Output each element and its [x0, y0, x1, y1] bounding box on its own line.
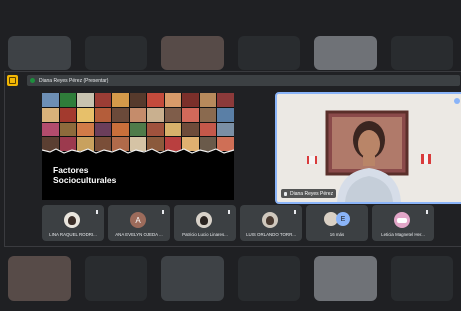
shared-slide: Factores Socioculturales: [42, 93, 234, 200]
mic-off-icon: [426, 210, 428, 214]
presenter-video[interactable]: [275, 92, 461, 204]
avatar: [262, 212, 278, 228]
mic-off-icon: [162, 210, 164, 214]
participant-name: Leticia Magnetel Her...: [381, 232, 425, 237]
mic-icon: [284, 191, 287, 196]
avatar: [64, 212, 80, 228]
participant-name: Patricio Lucio Linares...: [182, 232, 228, 237]
slide-title: Factores Socioculturales: [53, 165, 117, 185]
avatar: [394, 212, 410, 228]
presenting-indicator-icon: [30, 78, 35, 83]
more-count: 16 más: [329, 232, 345, 237]
mic-off-icon: [294, 210, 296, 214]
presenter-video-frame: [277, 94, 461, 202]
avatar: A: [130, 212, 146, 228]
participant-tile[interactable]: A ANA EVELYN OJEDA ...: [108, 205, 170, 241]
participant-name: ANA EVELYN OJEDA ...: [115, 232, 163, 237]
participant-tile[interactable]: LINA RAQUEL RODRI...: [42, 205, 104, 241]
background-blur-bottom: [0, 256, 461, 301]
presenter-label: Diana Reyes Pérez (Presentar): [39, 77, 109, 84]
participant-name: LUIS ORLANDO TORR...: [246, 232, 296, 237]
participant-strip: LINA RAQUEL RODRI... A ANA EVELYN OJEDA …: [42, 205, 434, 241]
more-participants-tile[interactable]: E 16 más: [306, 205, 368, 241]
participant-tile[interactable]: LUIS ORLANDO TORR...: [240, 205, 302, 241]
mic-off-icon: [96, 210, 98, 214]
meet-logo-icon: [7, 75, 18, 86]
participant-tile[interactable]: Patricio Lucio Linares...: [174, 205, 236, 241]
avatar-stack: E: [324, 212, 350, 228]
mic-off-icon: [228, 210, 230, 214]
participant-tile[interactable]: Leticia Magnetel Her...: [372, 205, 434, 241]
participant-name: LINA RAQUEL RODRI...: [49, 232, 97, 237]
torn-paper-edge: [42, 148, 234, 155]
avatar: [196, 212, 212, 228]
photo-collage: [42, 93, 234, 151]
more-options-icon[interactable]: [454, 98, 460, 104]
presenter-name-tag: Diana Reyes Pérez: [281, 189, 337, 198]
avatar: E: [336, 212, 350, 226]
presenter-bar[interactable]: Diana Reyes Pérez (Presentar): [27, 75, 460, 86]
background-blur-top: [0, 36, 461, 70]
